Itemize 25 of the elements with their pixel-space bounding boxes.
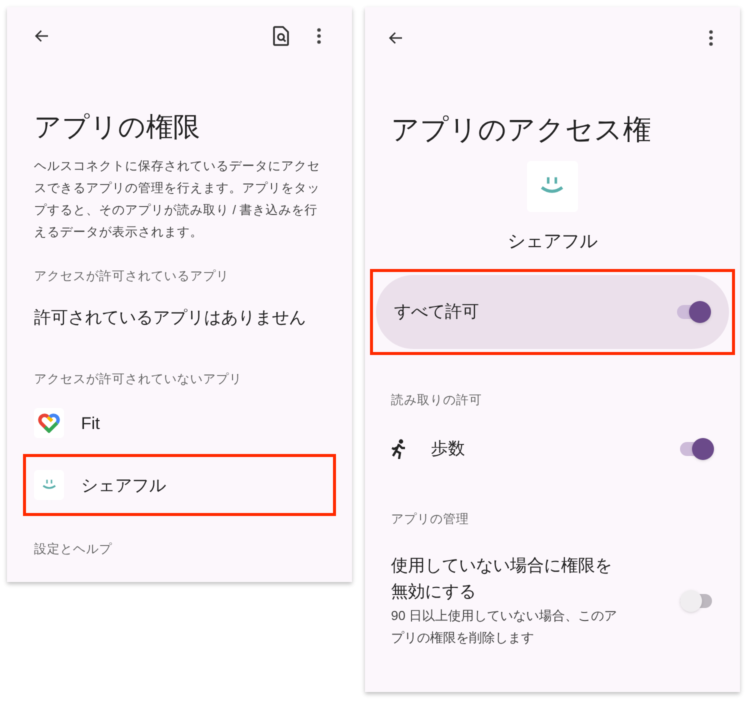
section-header: アクセスが許可されているアプリ [34, 268, 230, 285]
toggle-switch[interactable] [677, 301, 711, 323]
permission-label: 歩数 [431, 438, 466, 460]
section-header: アクセスが許可されていないアプリ [34, 370, 243, 388]
empty-message: 許可されているアプリはありません [34, 308, 306, 326]
page-title: アプリの権限 [34, 111, 201, 144]
app-list-item[interactable]: シェアフル [34, 457, 325, 514]
more-menu-icon[interactable] [709, 30, 713, 46]
setting-title: 使用していない場合に権限を無効にする [391, 554, 613, 602]
app-list-item[interactable]: Fit [34, 395, 325, 452]
section-header: アプリの管理 [391, 510, 470, 528]
more-menu-icon[interactable] [317, 28, 321, 44]
app-name: シェアフル [508, 230, 598, 253]
description-text: ヘルスコネクトに保存されているデータにアクセスできるアプリの管理を行えます。アプリをタップすると、そのアプリが読み取り / 書き込みを行えるデータが表示されます。 [34, 158, 321, 241]
section-header: 設定とヘルプ [34, 541, 113, 558]
setting-description: 90 日以上使用していない場合、このアプリの権限を削除します [391, 606, 618, 646]
toggle-switch[interactable] [680, 438, 714, 460]
heart-app-icon [34, 408, 64, 438]
smile-app-icon [527, 161, 578, 212]
allow-all-row[interactable]: すべて許可 [376, 275, 729, 349]
toggle-switch[interactable] [680, 590, 714, 612]
section-header: 読み取りの許可 [391, 392, 483, 409]
running-person-icon [391, 438, 407, 459]
page-title: アプリのアクセス権 [390, 113, 652, 147]
smile-app-icon [34, 470, 64, 500]
